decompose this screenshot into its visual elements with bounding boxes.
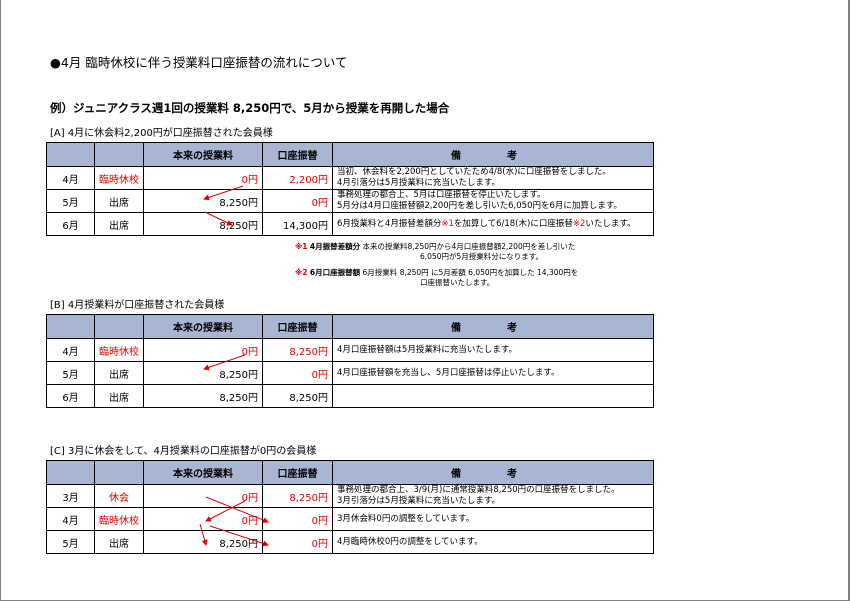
fee-cell: 0円 <box>143 338 263 362</box>
transfer-cell: 0円 <box>262 361 333 385</box>
transfer-cell: 0円 <box>262 530 333 554</box>
note-text: いたします。 <box>585 218 636 229</box>
section-b-table: 本来の授業料 口座振替 備 考 4月 臨時休校 0円 8,250円 4月口座振替… <box>46 314 654 408</box>
note-cell: 4月口座振替額は5月授業料に充当いたします。 <box>332 338 654 362</box>
note-cell: 事務処理の都合上、3/9(月)に通常授業料8,250円の口座振替をしました。 3… <box>332 484 654 508</box>
footnote-label: 6月口座振替額 <box>309 268 361 277</box>
fee-cell: 8,250円 <box>143 212 263 236</box>
page-title: ●4月 臨時休校に伴う授業料口座振替の流れについて <box>50 55 348 70</box>
table-row: 5月 出席 8,250円 0円 4月臨時休校0円の調整をしています。 <box>46 530 654 554</box>
table-row: 6月 出席 8,250円 14,300円 6月授業料と4月振替差額分※1を加算し… <box>46 212 654 236</box>
fee-cell: 8,250円 <box>143 189 263 213</box>
status-cell: 出席 <box>94 384 144 408</box>
transfer-cell: 8,250円 <box>262 384 333 408</box>
page-frame-left <box>0 0 1 601</box>
transfer-header: 口座振替 <box>262 142 333 167</box>
note-cell: 6月授業料と4月振替差額分※1を加算して6/18(木)に口座振替※2いたします。 <box>332 212 654 236</box>
table-row: 5月 出席 8,250円 0円 事務処理の都合上、5月は口座振替を停止いたします… <box>46 189 654 213</box>
footnote-text: 口座振替いたします。 <box>420 278 495 287</box>
transfer-cell: 8,250円 <box>262 484 333 508</box>
table-row: 5月 出席 8,250円 0円 4月口座振替額を充当し、5月口座振替は停止いたし… <box>46 361 654 385</box>
fee-cell: 8,250円 <box>143 530 263 554</box>
note-header: 備 考 <box>332 142 654 167</box>
note-cell <box>332 384 654 408</box>
month-cell: 5月 <box>46 189 95 213</box>
section-c-label: [C] 3月に休会をして、4月授業料の口座振替が0円の会員様 <box>50 446 317 457</box>
footnote-text: 6,050円が5月授業料分になります。 <box>420 252 543 261</box>
fee-header: 本来の授業料 <box>143 314 263 339</box>
section-b-label: [B] 4月授業料が口座振替された会員様 <box>50 300 225 311</box>
footnote-label: 4月振替差額分 <box>309 242 361 251</box>
footnote-text: 6月授業料 8,250円 に5月差額 6,050円を加算した 14,300円を <box>362 268 579 277</box>
fee-cell: 8,250円 <box>143 384 263 408</box>
month-cell: 4月 <box>46 507 95 531</box>
fee-header: 本来の授業料 <box>143 460 263 485</box>
table-row: 4月 臨時休校 0円 8,250円 4月口座振替額は5月授業料に充当いたします。 <box>46 338 654 362</box>
table-header-row: 本来の授業料 口座振替 備 考 <box>46 142 654 167</box>
transfer-cell: 0円 <box>262 189 333 213</box>
note-cell: 当初、休会料を2,200円としていたため4/8(水)に口座振替をしました。 4月… <box>332 166 654 190</box>
table-header-row: 本来の授業料 口座振替 備 考 <box>46 460 654 485</box>
status-cell: 臨時休校 <box>94 507 144 531</box>
fee-header: 本来の授業料 <box>143 142 263 167</box>
transfer-cell: 14,300円 <box>262 212 333 236</box>
status-cell: 休会 <box>94 484 144 508</box>
note-header: 備 考 <box>332 314 654 339</box>
month-cell: 3月 <box>46 484 95 508</box>
note-text: 6月授業料と4月振替差額分 <box>337 218 442 229</box>
status-cell: 出席 <box>94 530 144 554</box>
footnote-2: ※2 6月口座振替額 6月授業料 8,250円 に5月差額 6,050円を加算し… <box>295 268 578 288</box>
note-cell: 3月休会料0円の調整をしています。 <box>332 507 654 531</box>
transfer-header: 口座振替 <box>262 314 333 339</box>
section-c-table: 本来の授業料 口座振替 備 考 3月 休会 0円 8,250円 事務処理の都合上… <box>46 460 654 554</box>
footnote-ref: ※1 <box>441 218 454 229</box>
month-cell: 5月 <box>46 530 95 554</box>
table-header-row: 本来の授業料 口座振替 備 考 <box>46 314 654 339</box>
footnote-mark: ※1 <box>295 242 308 251</box>
month-cell: 4月 <box>46 166 95 190</box>
footnote-1: ※1 4月振替差額分 本来の授業料8,250円から4月口座振替額2,200円を差… <box>295 242 575 262</box>
transfer-header: 口座振替 <box>262 460 333 485</box>
status-cell: 出席 <box>94 189 144 213</box>
transfer-cell: 8,250円 <box>262 338 333 362</box>
status-cell: 出席 <box>94 212 144 236</box>
transfer-cell: 2,200円 <box>262 166 333 190</box>
note-cell: 4月臨時休校0円の調整をしています。 <box>332 530 654 554</box>
note-cell: 4月口座振替額を充当し、5月口座振替は停止いたします。 <box>332 361 654 385</box>
transfer-cell: 0円 <box>262 507 333 531</box>
status-cell: 出席 <box>94 361 144 385</box>
month-cell: 6月 <box>46 384 95 408</box>
footnote-ref: ※2 <box>572 218 586 229</box>
section-a-table: 本来の授業料 口座振替 備 考 4月 臨時休校 0円 2,200円 当初、休会料… <box>46 142 654 236</box>
table-row: 4月 臨時休校 0円 2,200円 当初、休会料を2,200円としていたため4/… <box>46 166 654 190</box>
table-row: 6月 出席 8,250円 8,250円 <box>46 384 654 408</box>
month-cell: 4月 <box>46 338 95 362</box>
fee-cell: 0円 <box>143 484 263 508</box>
month-cell: 5月 <box>46 361 95 385</box>
fee-cell: 8,250円 <box>143 361 263 385</box>
example-heading: 例）ジュニアクラス週1回の授業料 8,250円で、5月から授業を再開した場合 <box>50 101 450 115</box>
table-row: 4月 臨時休校 0円 0円 3月休会料0円の調整をしています。 <box>46 507 654 531</box>
status-cell: 臨時休校 <box>94 166 144 190</box>
note-cell: 事務処理の都合上、5月は口座振替を停止いたします。 5月分は4月口座振替額2,2… <box>332 189 654 213</box>
fee-cell: 0円 <box>143 507 263 531</box>
month-cell: 6月 <box>46 212 95 236</box>
footnote-text: 本来の授業料8,250円から4月口座振替額2,200円を差し引いた <box>362 242 576 251</box>
section-a-label: [A] 4月に休会料2,200円が口座振替された会員様 <box>50 128 273 139</box>
note-text: を加算して6/18(木)に口座振替 <box>453 218 573 229</box>
fee-cell: 0円 <box>143 166 263 190</box>
note-header: 備 考 <box>332 460 654 485</box>
table-row: 3月 休会 0円 8,250円 事務処理の都合上、3/9(月)に通常授業料8,2… <box>46 484 654 508</box>
status-cell: 臨時休校 <box>94 338 144 362</box>
footnote-mark: ※2 <box>295 268 308 277</box>
